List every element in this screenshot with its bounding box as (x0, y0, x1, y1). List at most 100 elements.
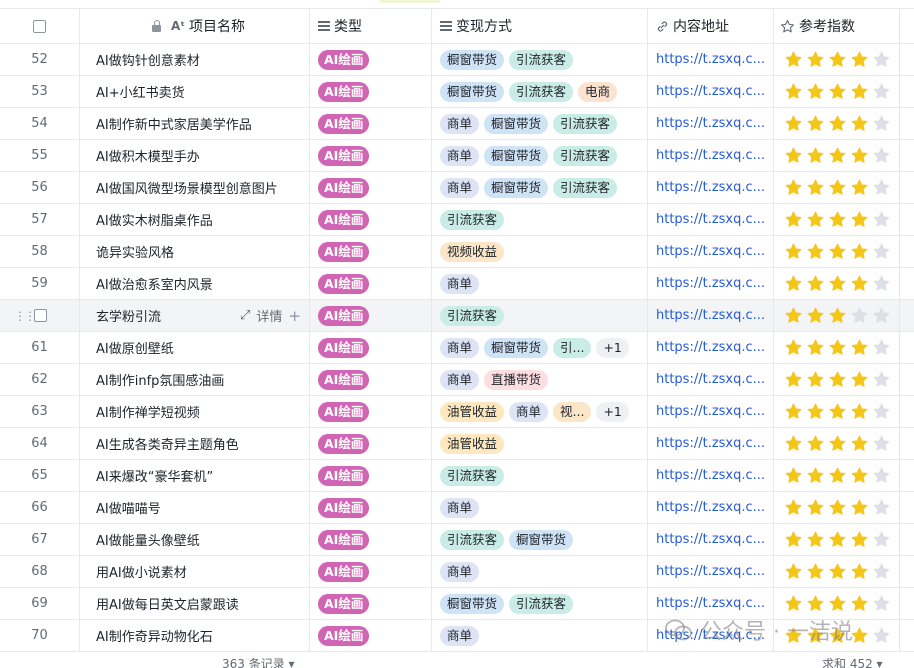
detail-label[interactable]: 详情 (256, 306, 282, 325)
table-row[interactable]: 55 AI做积木模型手办 AI绘画 商单 橱窗带货 引流获客 https://t.z… (0, 140, 914, 172)
add-icon[interactable]: + (288, 307, 301, 325)
rating-cell[interactable] (774, 108, 900, 139)
content-link[interactable]: https://t.zsxq.c... (656, 596, 765, 611)
star-filled-icon[interactable] (828, 178, 847, 197)
star-empty-icon[interactable] (850, 306, 869, 325)
header-url[interactable]: 内容地址 (648, 9, 774, 43)
star-filled-icon[interactable] (828, 434, 847, 453)
record-count[interactable]: 363 条记录 ▾ (222, 655, 295, 668)
table-row[interactable]: 52 AI做钩针创意素材 AI绘画 橱窗带货 引流获客 https://t.zsx… (0, 44, 914, 76)
star-filled-icon[interactable] (850, 434, 869, 453)
type-cell[interactable]: AI绘画 (310, 364, 432, 395)
table-row[interactable]: 69 用AI做每日英文启蒙跟读 AI绘画 橱窗带货 引流获客 https://t.… (0, 588, 914, 620)
way-cell[interactable]: 商单 橱窗带货 引流获客 (432, 140, 648, 171)
star-filled-icon[interactable] (828, 82, 847, 101)
type-cell[interactable]: AI绘画 (310, 332, 432, 363)
row-detail[interactable]: ⤢ 详情 + (240, 300, 301, 331)
star-empty-icon[interactable] (872, 114, 891, 133)
rating-cell[interactable] (774, 140, 900, 171)
star-filled-icon[interactable] (806, 466, 825, 485)
content-link[interactable]: https://t.zsxq.c... (656, 500, 765, 515)
table-row[interactable]: 67 AI做能量头像壁纸 AI绘画 引流获客 橱窗带货 https://t.zsx… (0, 524, 914, 556)
type-cell[interactable]: AI绘画 (310, 108, 432, 139)
header-more[interactable] (900, 9, 914, 43)
star-filled-icon[interactable] (806, 306, 825, 325)
url-cell[interactable]: https://t.zsxq.c... (648, 172, 774, 203)
table-row[interactable]: 68 用AI做小说素材 AI绘画 商单 https://t.zsxq.c... (0, 556, 914, 588)
star-filled-icon[interactable] (784, 306, 803, 325)
star-filled-icon[interactable] (784, 530, 803, 549)
star-filled-icon[interactable] (828, 370, 847, 389)
way-cell[interactable]: 橱窗带货 引流获客 (432, 44, 648, 75)
star-filled-icon[interactable] (850, 82, 869, 101)
star-filled-icon[interactable] (828, 50, 847, 69)
content-link[interactable]: https://t.zsxq.c... (656, 116, 765, 131)
rating-cell[interactable] (774, 556, 900, 587)
star-empty-icon[interactable] (872, 338, 891, 357)
star-empty-icon[interactable] (872, 466, 891, 485)
header-name[interactable]: Aᵗ 项目名称 (80, 9, 310, 43)
name-cell[interactable]: AI做钩针创意素材 (80, 44, 310, 75)
star-filled-icon[interactable] (850, 530, 869, 549)
rating-cell[interactable] (774, 268, 900, 299)
star-empty-icon[interactable] (872, 178, 891, 197)
name-cell[interactable]: 玄学粉引流 ⤢ 详情 + (80, 300, 310, 331)
star-filled-icon[interactable] (850, 562, 869, 581)
rating-cell[interactable] (774, 76, 900, 107)
rating-cell[interactable] (774, 396, 900, 427)
table-row[interactable]: 61 AI做原创壁纸 AI绘画 商单 橱窗带货 引... +1 https://t.z… (0, 332, 914, 364)
star-filled-icon[interactable] (850, 338, 869, 357)
star-filled-icon[interactable] (850, 114, 869, 133)
content-link[interactable]: https://t.zsxq.c... (656, 180, 765, 195)
url-cell[interactable]: https://t.zsxq.c... (648, 140, 774, 171)
star-filled-icon[interactable] (806, 50, 825, 69)
rating-cell[interactable] (774, 44, 900, 75)
url-cell[interactable]: https://t.zsxq.c... (648, 204, 774, 235)
table-row[interactable]: 59 AI做治愈系室内风景 AI绘画 商单 https://t.zsxq.c..… (0, 268, 914, 300)
table-row[interactable]: 62 AI制作infp氛围感油画 AI绘画 商单 直播带货 https://t.z… (0, 364, 914, 396)
url-cell[interactable]: https://t.zsxq.c... (648, 364, 774, 395)
star-filled-icon[interactable] (850, 466, 869, 485)
expand-icon[interactable]: ⤢ (240, 308, 250, 323)
table-row[interactable]: 54 AI制作新中式家居美学作品 AI绘画 商单 橱窗带货 引流获客 https:/… (0, 108, 914, 140)
rating-cell[interactable] (774, 524, 900, 555)
type-cell[interactable]: AI绘画 (310, 140, 432, 171)
type-cell[interactable]: AI绘画 (310, 588, 432, 619)
way-cell[interactable]: 商单 (432, 492, 648, 523)
star-filled-icon[interactable] (784, 434, 803, 453)
way-cell[interactable]: 油管收益 (432, 428, 648, 459)
star-filled-icon[interactable] (828, 338, 847, 357)
star-filled-icon[interactable] (806, 498, 825, 517)
way-cell[interactable]: 引流获客 (432, 460, 648, 491)
content-link[interactable]: https://t.zsxq.c... (656, 532, 765, 547)
star-filled-icon[interactable] (806, 402, 825, 421)
way-cell[interactable]: 商单 橱窗带货 引... +1 (432, 332, 648, 363)
star-empty-icon[interactable] (872, 434, 891, 453)
type-cell[interactable]: AI绘画 (310, 620, 432, 651)
name-cell[interactable]: AI做实木树脂桌作品 (80, 204, 310, 235)
way-cell[interactable]: 引流获客 (432, 300, 648, 331)
star-filled-icon[interactable] (784, 242, 803, 261)
table-row[interactable]: 53 AI+小红书卖货 AI绘画 橱窗带货 引流获客 电商 https://t.zs… (0, 76, 914, 108)
name-cell[interactable]: 诡异实验风格 (80, 236, 310, 267)
star-filled-icon[interactable] (806, 210, 825, 229)
star-empty-icon[interactable] (872, 242, 891, 261)
name-cell[interactable]: AI+小红书卖货 (80, 76, 310, 107)
name-cell[interactable]: AI做积木模型手办 (80, 140, 310, 171)
star-filled-icon[interactable] (784, 402, 803, 421)
star-filled-icon[interactable] (828, 466, 847, 485)
star-filled-icon[interactable] (828, 210, 847, 229)
star-filled-icon[interactable] (850, 146, 869, 165)
star-filled-icon[interactable] (806, 274, 825, 293)
star-filled-icon[interactable] (784, 178, 803, 197)
select-all-checkbox[interactable] (33, 19, 46, 33)
star-filled-icon[interactable] (828, 242, 847, 261)
star-filled-icon[interactable] (784, 114, 803, 133)
url-cell[interactable]: https://t.zsxq.c... (648, 268, 774, 299)
rating-cell[interactable] (774, 172, 900, 203)
table-row[interactable]: 56 AI做国风微型场景模型创意图片 AI绘画 商单 橱窗带货 引流获客 https… (0, 172, 914, 204)
content-link[interactable]: https://t.zsxq.c... (656, 340, 765, 355)
star-filled-icon[interactable] (806, 178, 825, 197)
table-row[interactable]: 63 AI制作禅学短视频 AI绘画 油管收益 商单 视... +1 https://t… (0, 396, 914, 428)
star-filled-icon[interactable] (828, 562, 847, 581)
